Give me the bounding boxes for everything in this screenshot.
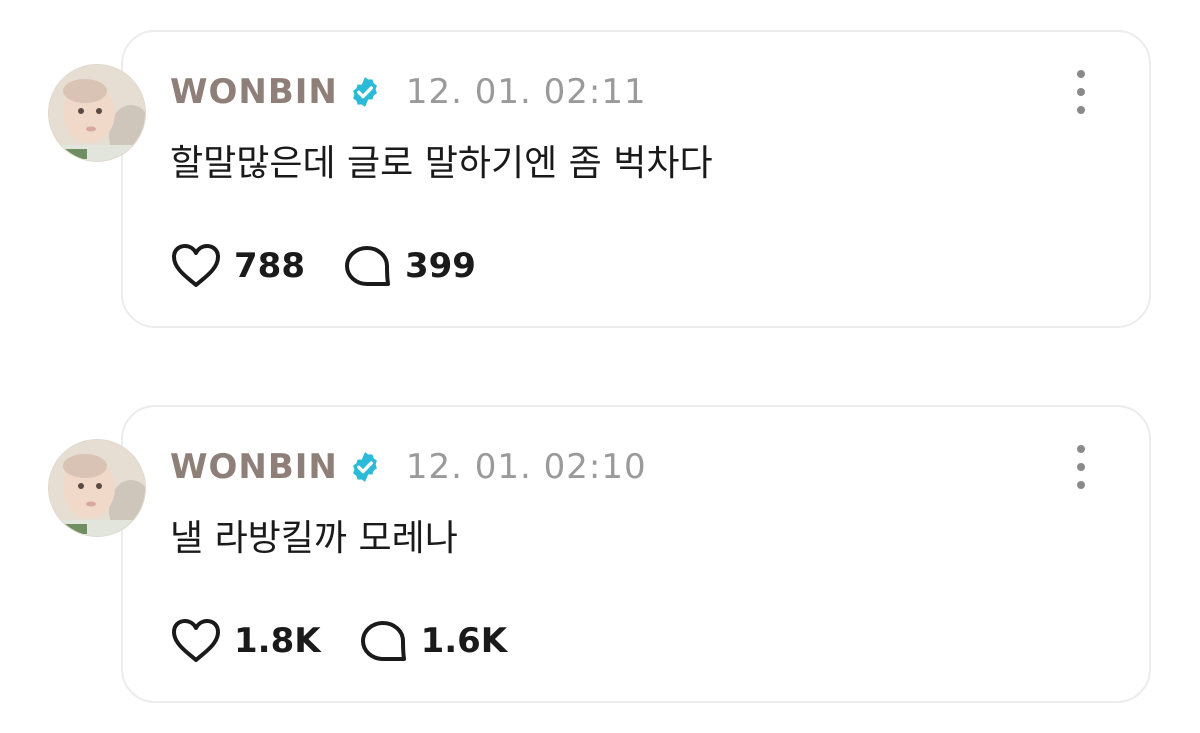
post-timestamp: 12. 01. 02:10	[405, 447, 647, 487]
author-name[interactable]: WONBIN	[170, 447, 338, 487]
post-meta: WONBIN 12. 01. 02:10	[170, 445, 647, 489]
author-name[interactable]: WONBIN	[170, 72, 338, 112]
post-meta: WONBIN 12. 01. 02:11	[170, 70, 647, 114]
like-button[interactable]: 1.8K	[170, 618, 321, 664]
reply-button[interactable]: 399	[343, 243, 476, 289]
more-vertical-icon[interactable]	[1066, 68, 1096, 116]
post-text: 할말많은데 글로 말하기엔 좀 벅차다	[170, 143, 713, 184]
like-button[interactable]: 788	[170, 243, 305, 289]
like-count: 1.8K	[234, 621, 321, 661]
speech-bubble-icon	[344, 246, 390, 286]
post-text: 낼 라방킬까 모레나	[170, 518, 458, 559]
reply-count: 1.6K	[420, 621, 508, 661]
post-timestamp: 12. 01. 02:11	[405, 72, 647, 112]
reply-count: 399	[404, 246, 476, 286]
heart-icon	[172, 244, 220, 287]
speech-bubble-icon	[360, 621, 406, 661]
post-card[interactable]: WONBIN 12. 01. 02:10 낼 라방킬까 모레나 1.8K 1.6…	[0, 405, 1200, 705]
reply-button[interactable]: 1.6K	[359, 618, 508, 664]
heart-icon	[172, 619, 220, 662]
post-card[interactable]: WONBIN 12. 01. 02:11 할말많은데 글로 말하기엔 좀 벅차다…	[0, 30, 1200, 330]
post-actions: 788 399	[170, 241, 514, 291]
more-vertical-icon[interactable]	[1066, 443, 1096, 491]
verified-badge-icon	[348, 75, 382, 109]
verified-badge-icon	[348, 450, 382, 484]
avatar[interactable]	[48, 439, 146, 537]
post-actions: 1.8K 1.6K	[170, 616, 545, 666]
like-count: 788	[234, 246, 305, 286]
avatar[interactable]	[48, 64, 146, 162]
